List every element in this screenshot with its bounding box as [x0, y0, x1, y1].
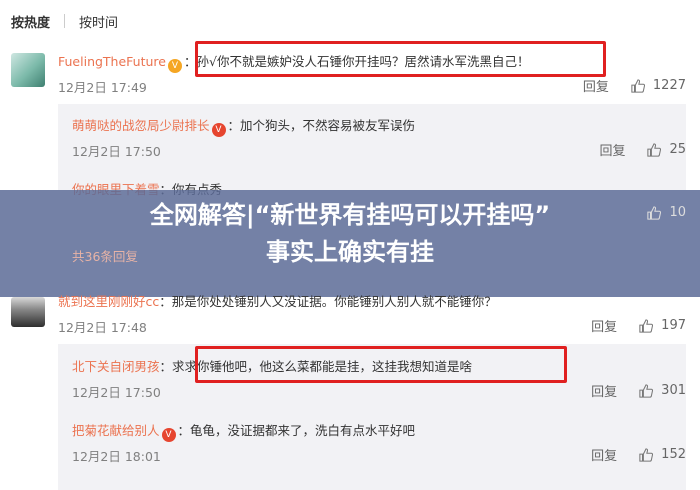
avatar[interactable]: [11, 53, 45, 87]
timestamp: 12月2日 18:01: [72, 449, 161, 464]
sort-by-time-tab[interactable]: 按时间: [79, 12, 118, 31]
vip-badge-icon: V: [167, 59, 182, 73]
thumbs-up-icon[interactable]: [639, 318, 654, 333]
reply-button[interactable]: 回复: [599, 140, 625, 159]
like-count: 152: [661, 447, 686, 462]
highlight-box: [195, 346, 567, 383]
reply-actions: 回复 25: [599, 140, 686, 159]
reply-button[interactable]: 回复: [591, 381, 617, 400]
reply-button[interactable]: 回复: [591, 316, 617, 335]
thumbs-up-icon[interactable]: [647, 142, 662, 157]
thumbs-up-icon[interactable]: [639, 447, 654, 462]
username-link[interactable]: 北下关自闭男孩: [72, 359, 160, 374]
timestamp: 12月2日 17:49: [58, 80, 147, 95]
comment-line: 就到这里刚刚好cc：那是你处处锤别人又没证据。你能锤别人别人就不能锤你？: [58, 291, 497, 310]
divider: [64, 14, 66, 28]
banner-title-line1: 全网解答|“新世界有挂吗可以开挂吗”: [149, 201, 551, 229]
banner-title-line2: 事实上确实有挂: [266, 238, 434, 266]
comment-actions: 回复 1227: [583, 76, 686, 95]
username-link[interactable]: 萌萌哒的战忽局少尉排长: [72, 118, 210, 133]
avatar[interactable]: [11, 297, 45, 327]
reply-button[interactable]: 回复: [591, 445, 617, 464]
reply-line: 萌萌哒的战忽局少尉排长 V ：加个狗头，不然容易被友军误伤: [72, 115, 415, 137]
comment-actions: 回复 197: [591, 316, 686, 335]
sort-by-hot-tab[interactable]: 按热度: [11, 12, 50, 31]
like-count: 1227: [652, 78, 686, 93]
reply-line: 把菊花献给别人 V ：龟龟，没证据都来了，洗白有点水平好吧: [72, 420, 415, 442]
reply-button[interactable]: 回复: [583, 76, 609, 95]
like-count: 197: [661, 318, 686, 333]
comment-text: ：龟龟，没证据都来了，洗白有点水平好吧: [177, 423, 416, 438]
like-count: 25: [669, 142, 686, 157]
comment-text: ：那是你处处锤别人又没证据。你能锤别人别人就不能锤你？: [159, 294, 497, 309]
timestamp: 12月2日 17:48: [58, 320, 147, 335]
comment-text: ：加个狗头，不然容易被友军误伤: [227, 118, 416, 133]
thumbs-up-icon[interactable]: [631, 78, 645, 93]
reply-actions: 回复 301: [591, 381, 686, 400]
sort-bar: 按热度 按时间: [0, 0, 700, 42]
banner-title: 全网解答|“新世界有挂吗可以开挂吗” 事实上确实有挂: [0, 197, 700, 271]
thumbs-up-icon[interactable]: [639, 383, 654, 398]
timestamp: 12月2日 17:50: [72, 385, 161, 400]
highlight-box: [195, 41, 606, 77]
reply-actions: 回复 152: [591, 445, 686, 464]
username-link[interactable]: 就到这里刚刚好cc: [58, 294, 159, 309]
timestamp: 12月2日 17:50: [72, 144, 161, 159]
like-count: 301: [661, 383, 686, 398]
vip-badge-icon: V: [161, 428, 176, 442]
vip-badge-icon: V: [211, 123, 226, 137]
username-link[interactable]: FuelingTheFuture: [58, 54, 166, 69]
username-link[interactable]: 把菊花献给别人: [72, 423, 160, 438]
